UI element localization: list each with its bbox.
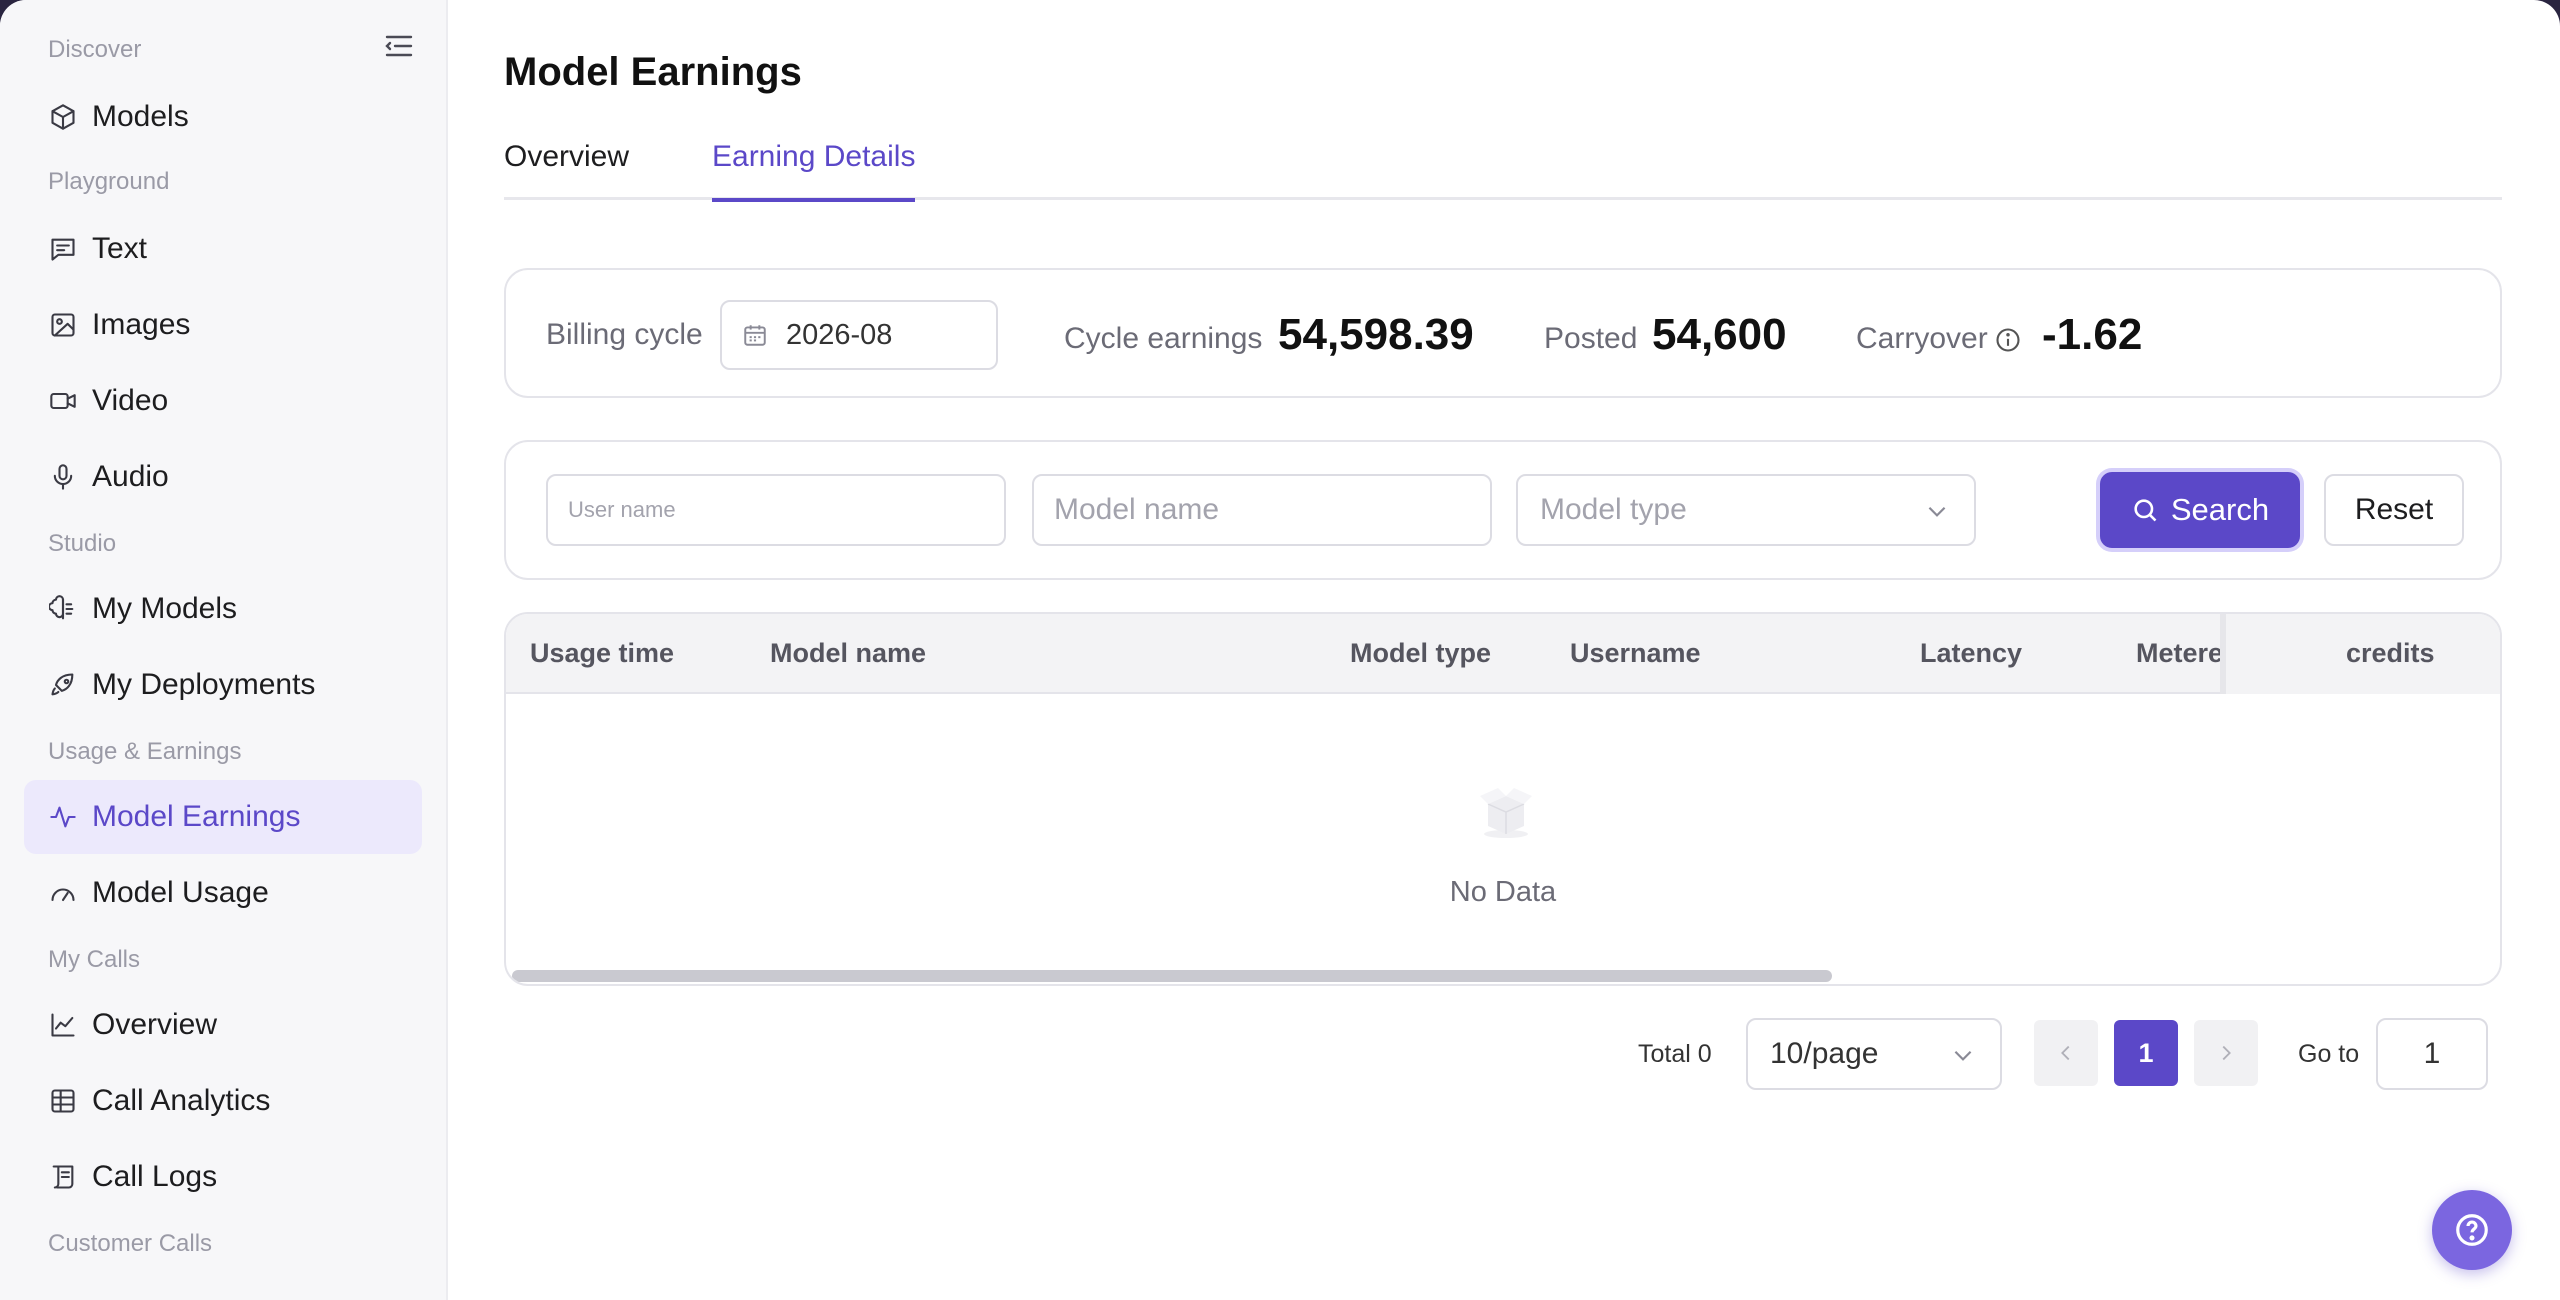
search-button[interactable]: Search — [2100, 472, 2300, 548]
page-size-value: 10/page — [1770, 1037, 1879, 1070]
sidebar-item-label: Audio — [92, 460, 169, 493]
sidebar-item-label: Images — [92, 308, 191, 341]
carryover-label: Carryover — [1856, 322, 1988, 355]
tab-overview[interactable]: Overview — [504, 140, 629, 200]
line-chart-icon — [48, 1010, 78, 1040]
sidebar-item-label: Model Earnings — [92, 800, 301, 833]
sidebar-item-call-analytics[interactable]: Call Analytics — [24, 1064, 422, 1138]
goto-page-input[interactable] — [2376, 1018, 2488, 1090]
model-type-placeholder: Model type — [1540, 493, 1687, 526]
help-button[interactable] — [2432, 1190, 2512, 1270]
sidebar-item-model-usage[interactable]: Model Usage — [24, 856, 422, 930]
activity-icon — [48, 802, 78, 832]
video-icon — [48, 386, 78, 416]
column-header-credits[interactable]: credits — [2346, 638, 2435, 669]
sidebar-item-label: My Models — [92, 592, 238, 625]
reset-button[interactable]: Reset — [2324, 474, 2464, 546]
column-header-metered-clip: Metere — [2126, 614, 2220, 694]
earnings-table: Usage time Model name Model type Usernam… — [504, 612, 2502, 986]
sidebar: Discover Models Playground Text Images V… — [0, 0, 448, 1300]
fixed-column-header: credits — [2220, 614, 2500, 694]
empty-state-text: No Data — [1449, 876, 1557, 908]
chevron-down-icon — [1924, 498, 1950, 524]
sidebar-item-call-logs[interactable]: Call Logs — [24, 1140, 422, 1214]
carryover-value: -1.62 — [2042, 310, 2143, 359]
posted-value: 54,600 — [1652, 310, 1787, 359]
page-size-select[interactable]: 10/page — [1746, 1018, 2002, 1090]
scroll-icon — [48, 1162, 78, 1192]
goto-label: Go to — [2298, 1040, 2360, 1068]
section-label-playground: Playground — [48, 168, 170, 195]
column-header-model-type[interactable]: Model type — [1350, 638, 1491, 669]
column-header-username[interactable]: Username — [1570, 638, 1701, 669]
sidebar-item-text[interactable]: Text — [24, 212, 422, 286]
sidebar-item-video[interactable]: Video — [24, 364, 422, 438]
tab-earning-details[interactable]: Earning Details — [712, 140, 916, 202]
brain-icon — [48, 594, 78, 624]
sidebar-item-label: Text — [92, 232, 148, 265]
prev-page-button[interactable] — [2034, 1020, 2098, 1086]
sidebar-item-my-deployments[interactable]: My Deployments — [24, 648, 422, 722]
billing-cycle-value: 2026-08 — [786, 318, 893, 351]
filter-bar: Model type Search Reset — [504, 440, 2502, 580]
empty-box-icon — [1474, 778, 1538, 842]
column-header-usage-time[interactable]: Usage time — [530, 638, 674, 669]
sidebar-item-label: Call Analytics — [92, 1084, 271, 1117]
sidebar-item-images[interactable]: Images — [24, 288, 422, 362]
sidebar-item-model-earnings[interactable]: Model Earnings — [24, 780, 422, 854]
section-label-customer: Customer Calls — [48, 1230, 213, 1257]
search-icon — [2134, 499, 2157, 522]
microphone-icon — [48, 462, 78, 492]
section-label-usage: Usage & Earnings — [48, 738, 242, 765]
main-content: Model Earnings Overview Earning Details … — [504, 0, 2504, 1300]
sidebar-item-label: Video — [92, 384, 169, 417]
posted-label: Posted — [1544, 322, 1638, 355]
billing-cycle-picker[interactable]: 2026-08 — [720, 300, 998, 370]
app-window: Discover Models Playground Text Images V… — [0, 0, 2560, 1300]
info-icon[interactable] — [1994, 326, 2022, 354]
sidebar-item-label: Call Logs — [92, 1160, 218, 1193]
cube-icon — [48, 102, 78, 132]
chevron-right-icon — [2222, 1045, 2231, 1061]
earnings-summary-card: Billing cycle 2026-08 Cycle earnings 54,… — [504, 268, 2502, 398]
calendar-icon — [744, 325, 766, 346]
rocket-icon — [48, 670, 78, 700]
column-header-model-name[interactable]: Model name — [770, 638, 926, 669]
sidebar-item-overview[interactable]: Overview — [24, 988, 422, 1062]
model-name-input[interactable] — [1032, 474, 1492, 546]
image-icon — [48, 310, 78, 340]
sidebar-item-label: Model Usage — [92, 876, 269, 909]
search-button-label: Search — [2170, 492, 2270, 527]
cycle-earnings-label: Cycle earnings — [1064, 322, 1263, 355]
user-name-input[interactable] — [546, 474, 1006, 546]
gauge-icon — [48, 878, 78, 908]
tab-bar: Overview Earning Details — [504, 140, 2502, 202]
table-icon — [48, 1086, 78, 1116]
table-header: Usage time Model name Model type Usernam… — [506, 614, 2500, 694]
pagination-total: Total 0 — [1638, 1040, 1712, 1068]
sidebar-item-my-models[interactable]: My Models — [24, 572, 422, 646]
cycle-earnings-value: 54,598.39 — [1278, 310, 1474, 359]
message-text-icon — [48, 234, 78, 264]
next-page-button[interactable] — [2194, 1020, 2258, 1086]
model-type-select[interactable]: Model type — [1516, 474, 1976, 546]
page-number-current[interactable]: 1 — [2114, 1020, 2178, 1086]
sidebar-item-models[interactable]: Models — [24, 80, 422, 154]
sidebar-item-label: My Deployments — [92, 668, 316, 701]
column-header-latency[interactable]: Latency — [1920, 638, 2022, 669]
menu-toggle-icon[interactable] — [384, 32, 414, 60]
sidebar-item-label: Overview — [92, 1008, 218, 1041]
section-label-studio: Studio — [48, 530, 117, 557]
section-label-calls: My Calls — [48, 946, 141, 973]
page-title: Model Earnings — [504, 50, 802, 94]
help-icon — [2456, 1214, 2488, 1246]
billing-cycle-label: Billing cycle — [546, 318, 703, 351]
sidebar-item-audio[interactable]: Audio — [24, 440, 422, 514]
sidebar-item-label: Models — [92, 100, 189, 133]
chevron-down-icon — [1950, 1042, 1976, 1068]
section-label-discover: Discover — [48, 36, 142, 63]
chevron-left-icon — [2061, 1045, 2070, 1061]
column-header-metered[interactable]: Metere — [2136, 638, 2220, 669]
horizontal-scrollbar[interactable] — [512, 970, 1832, 982]
